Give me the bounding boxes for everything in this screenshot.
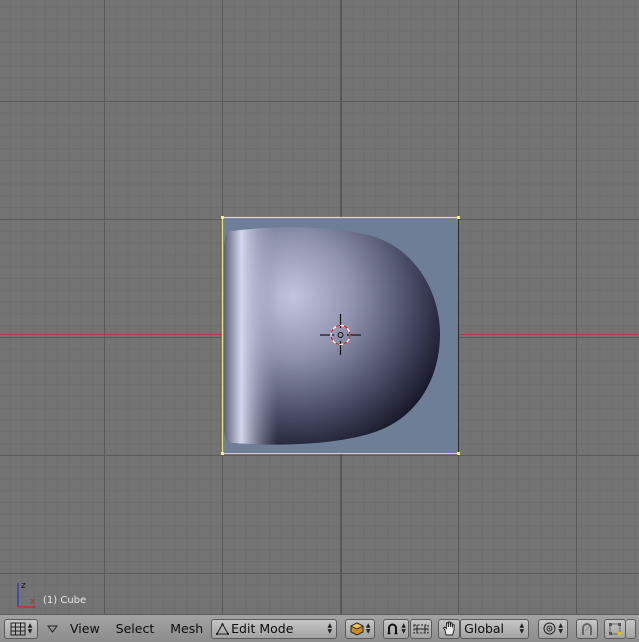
vertex-select-icon	[609, 622, 622, 635]
grid-icon	[10, 622, 26, 635]
updown-arrows-icon: ▲ ▼	[558, 621, 563, 635]
hand-icon	[443, 621, 455, 636]
mode-select[interactable]: Edit Mode ▲ ▼	[211, 618, 338, 639]
vertex[interactable]	[221, 216, 224, 219]
viewport-header: ▲ ▼ View Select Mesh Edit Mode ▲ ▼ ▲ ▼ ▲…	[0, 614, 639, 642]
updown-arrows-icon: ▲ ▼	[519, 621, 525, 635]
orientation-select-label: Global	[464, 621, 505, 636]
snap-toggle[interactable]	[576, 618, 599, 639]
orientation-select[interactable]: Global ▲ ▼	[460, 618, 530, 639]
axis-z-label: z	[21, 581, 26, 591]
magnet-icon	[582, 622, 593, 635]
edge-select-mode-button[interactable]	[626, 618, 637, 639]
vertex[interactable]	[457, 452, 460, 455]
mesh-menu[interactable]: Mesh	[162, 621, 211, 636]
proportional-icon	[543, 622, 556, 635]
select-menu[interactable]: Select	[108, 621, 163, 636]
mode-select-label: Edit Mode	[231, 621, 294, 636]
subsurf-mesh-highlight	[224, 227, 440, 445]
triangle-down-icon	[46, 625, 58, 633]
updown-arrows-icon: ▲ ▼	[365, 621, 371, 635]
updown-arrows-icon: ▲ ▼	[401, 621, 406, 635]
updown-arrows-icon: ▲ ▼	[27, 621, 33, 635]
shading-icon	[349, 621, 364, 636]
view-menu[interactable]: View	[62, 621, 108, 636]
3d-viewport[interactable]: z x (1) Cube	[0, 0, 639, 614]
pivot-button[interactable]: ▲ ▼	[383, 618, 410, 639]
vertex[interactable]	[457, 216, 460, 219]
manipulator-toggle[interactable]	[410, 618, 433, 639]
draw-type-button[interactable]: ▲ ▼	[345, 618, 376, 639]
proportional-edit-button[interactable]: ▲ ▼	[538, 618, 569, 639]
manipulator-icon	[413, 624, 429, 633]
viewport-scene	[0, 0, 639, 614]
axis-x-label: x	[30, 597, 36, 607]
vertex-select-mode-button[interactable]	[604, 618, 627, 639]
edit-mode-icon	[216, 622, 230, 635]
menu-collapse-button[interactable]	[46, 623, 58, 635]
transform-manipulator-button[interactable]	[438, 618, 461, 639]
active-object-label: (1) Cube	[43, 595, 87, 606]
vertex[interactable]	[221, 452, 224, 455]
updown-arrows-icon: ▲ ▼	[327, 621, 333, 635]
editor-type-button[interactable]: ▲ ▼	[4, 618, 38, 639]
pivot-icon	[387, 623, 398, 635]
